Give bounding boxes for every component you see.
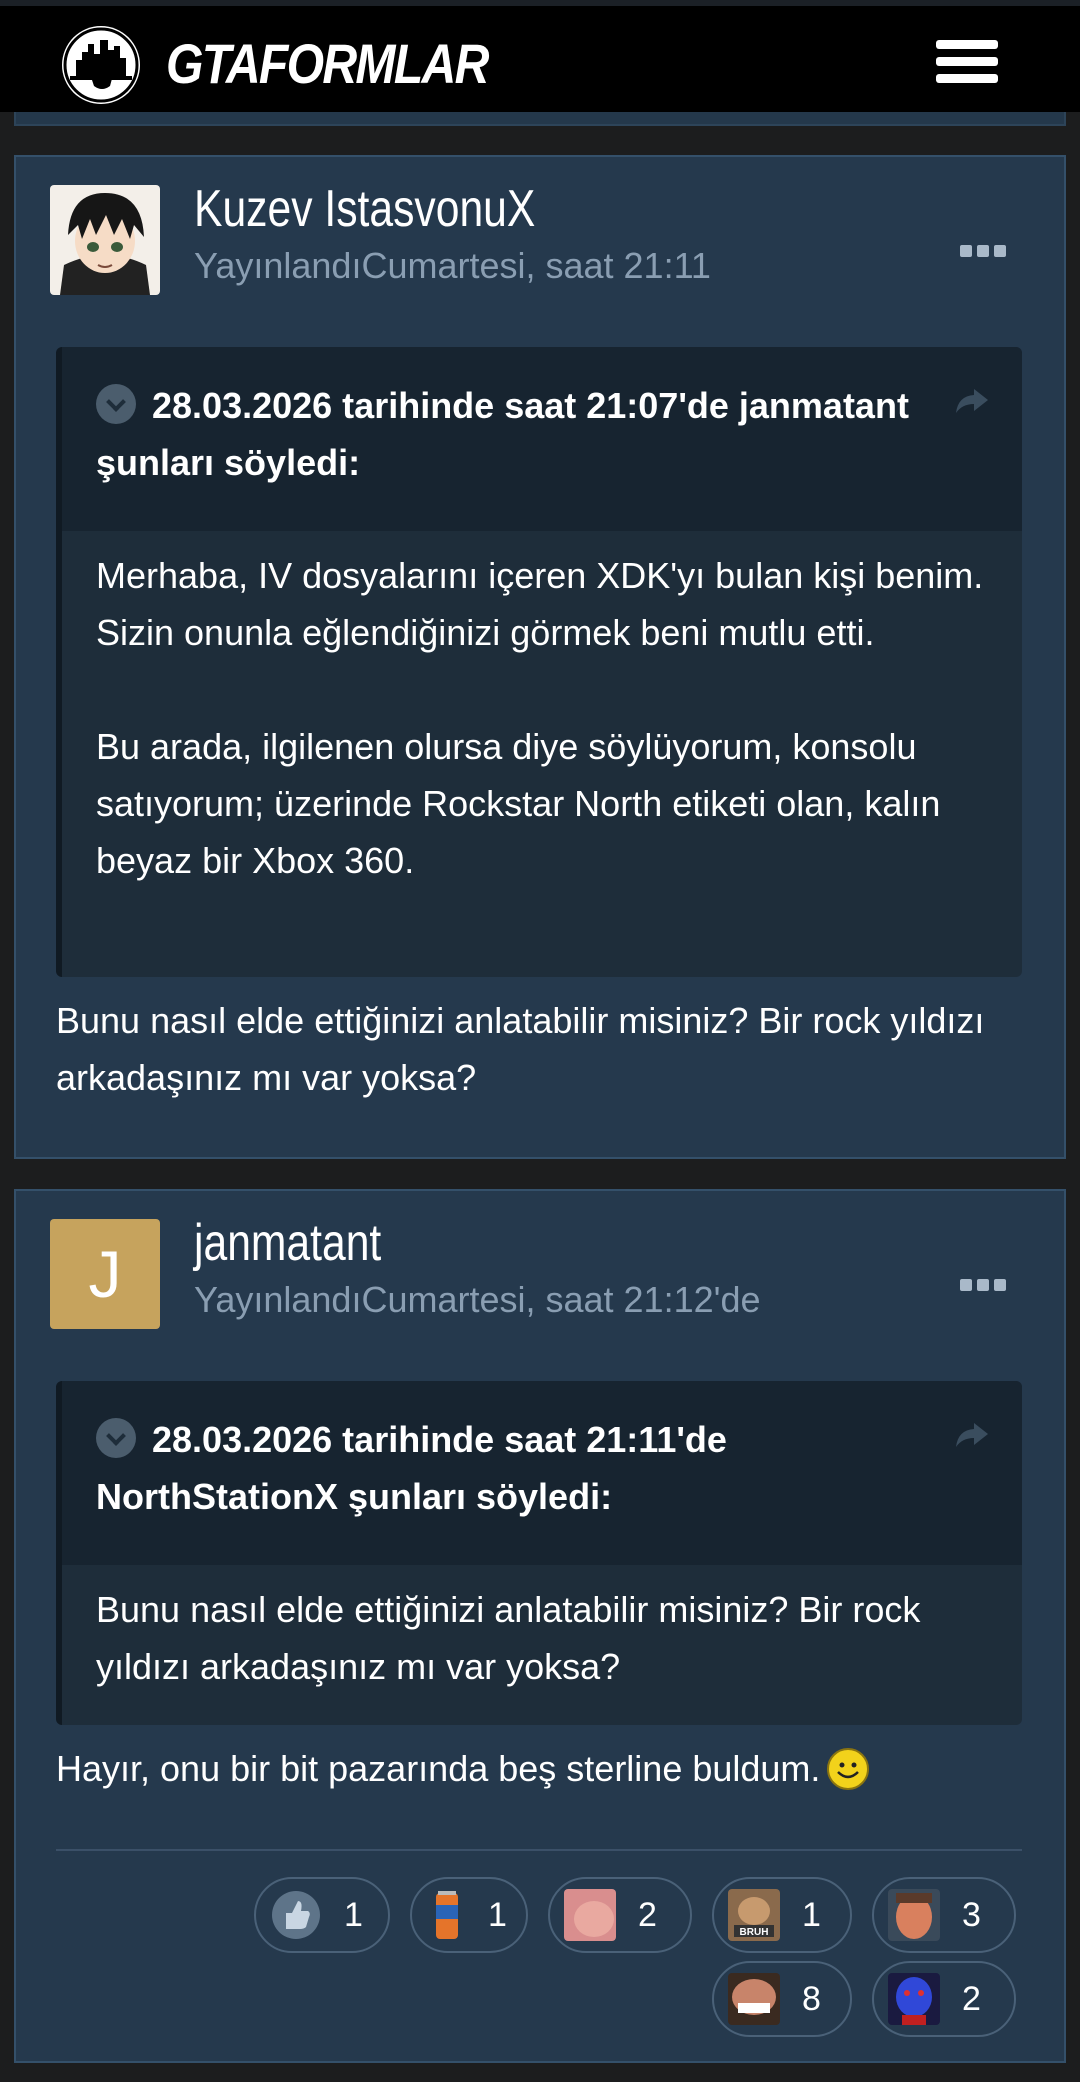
quote-paragraph: Bunu nasıl elde ettiğinizi anlatabilir m…	[96, 1589, 921, 1687]
post-timestamp[interactable]: YayınlandıCumartesi, saat 21:12'de	[194, 1279, 761, 1321]
quote-header: 28.03.2026 tarihinde saat 21:11'de North…	[62, 1381, 1022, 1565]
anime-character-avatar-icon	[50, 185, 160, 295]
post-options-button[interactable]	[960, 245, 1008, 269]
collapse-quote-icon[interactable]	[96, 1418, 136, 1458]
city-skyline-emblem-icon[interactable]	[62, 26, 140, 104]
reactions-divider	[56, 1849, 1022, 1851]
reaction-face[interactable]: 3	[872, 1877, 1016, 1953]
reaction-count: 1	[488, 1895, 507, 1934]
smiley-icon	[827, 1748, 870, 1790]
bruh-reaction-icon: BRUH	[728, 1889, 780, 1941]
collapse-quote-icon[interactable]	[96, 384, 136, 424]
top-navigation-bar: GTAFORMLAR	[0, 0, 1080, 112]
post-timestamp[interactable]: YayınlandıCumartesi, saat 21:11	[194, 245, 711, 287]
reaction-count: 8	[802, 1979, 821, 2018]
site-logo-text[interactable]: GTAFORMLAR	[166, 28, 489, 100]
post-content: Hayır, onu bir bit pazarında beş sterlin…	[56, 1740, 1036, 1797]
quote-block: 28.03.2026 tarihinde saat 21:11'de North…	[56, 1381, 1022, 1725]
reaction-count: 3	[962, 1895, 981, 1934]
quote-block: 28.03.2026 tarihinde saat 21:07'de janma…	[56, 347, 1022, 977]
post-content: Bunu nasıl elde ettiğinizi anlatabilir m…	[56, 1000, 985, 1098]
post-options-button[interactable]	[960, 1279, 1008, 1303]
face-reaction-icon	[564, 1889, 616, 1941]
quote-header-text: 28.03.2026 tarihinde saat 21:11'de North…	[96, 1419, 727, 1517]
quote-header: 28.03.2026 tarihinde saat 21:07'de janma…	[62, 347, 1022, 531]
quote-header-text: 28.03.2026 tarihinde saat 21:07'de janma…	[96, 385, 909, 483]
reaction-count: 1	[344, 1895, 363, 1934]
quote-paragraph: Bu arada, ilgilenen olursa diye söylüyor…	[96, 726, 941, 881]
face-reaction-icon	[888, 1889, 940, 1941]
share-arrow-icon[interactable]	[952, 385, 992, 417]
avatar[interactable]	[50, 185, 160, 295]
previous-post-edge	[14, 112, 1066, 126]
reaction-irn-bru[interactable]: 1	[410, 1877, 528, 1953]
quote-body: Merhaba, IV dosyalarını içeren XDK'yı bu…	[62, 531, 1022, 923]
post-author-name[interactable]: Kuzev IstasvonuX	[194, 177, 535, 241]
share-arrow-icon[interactable]	[952, 1419, 992, 1451]
laughing-face-icon	[728, 1973, 780, 2025]
reaction-face[interactable]: 2	[548, 1877, 692, 1953]
reaction-laughing[interactable]: 8	[712, 1961, 852, 2037]
reaction-thumbs-up[interactable]: 1	[254, 1877, 390, 1953]
avatar[interactable]: J	[50, 1219, 160, 1329]
blue-face-icon	[888, 1973, 940, 2025]
post-content-text: Hayır, onu bir bit pazarında beş sterlin…	[56, 1748, 821, 1789]
irn-bru-can-icon	[426, 1889, 466, 1941]
reaction-blue-face[interactable]: 2	[872, 1961, 1016, 2037]
hamburger-menu-icon[interactable]	[936, 40, 998, 92]
reaction-count: 2	[962, 1979, 981, 2018]
reaction-bruh[interactable]: BRUH 1	[712, 1877, 852, 1953]
quote-body: Bunu nasıl elde ettiğinizi anlatabilir m…	[62, 1565, 1022, 1725]
thumbs-up-icon	[270, 1889, 322, 1941]
forum-post: Kuzev IstasvonuX YayınlandıCumartesi, sa…	[14, 155, 1066, 1159]
reaction-count: 2	[638, 1895, 657, 1934]
reaction-count: 1	[802, 1895, 821, 1934]
forum-post: J janmatant YayınlandıCumartesi, saat 21…	[14, 1189, 1066, 2063]
post-author-name[interactable]: janmatant	[194, 1211, 381, 1275]
quote-paragraph: Merhaba, IV dosyalarını içeren XDK'yı bu…	[96, 555, 984, 653]
svg-text:BRUH: BRUH	[740, 1927, 769, 1938]
